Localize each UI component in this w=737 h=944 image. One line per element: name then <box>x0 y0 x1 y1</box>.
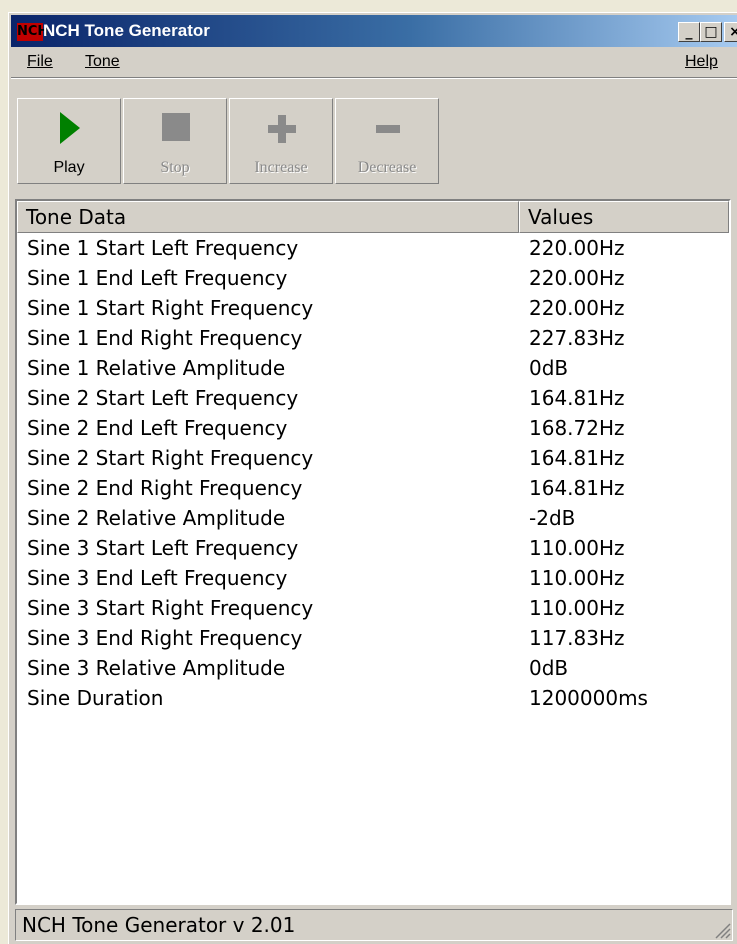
menu-tone-label: Tone <box>85 53 120 70</box>
tone-data-cell: Sine 2 Start Right Frequency <box>27 446 314 470</box>
value-cell: 110.00Hz <box>529 536 625 560</box>
tone-data-cell: Sine 3 End Left Frequency <box>27 566 288 590</box>
value-cell: 220.00Hz <box>529 296 625 320</box>
list-item[interactable]: Sine 1 Relative Amplitude 0dB <box>17 353 729 383</box>
toolbar-divider <box>11 78 737 79</box>
list-item[interactable]: Sine 1 Start Left Frequency 220.00Hz <box>17 233 729 263</box>
tone-data-cell: Sine 1 End Left Frequency <box>27 266 288 290</box>
minimize-button[interactable]: _ <box>678 22 700 42</box>
list-item[interactable]: Sine 1 Start Right Frequency 220.00Hz <box>17 293 729 323</box>
list-rows: Sine 1 Start Left Frequency 220.00Hz Sine … <box>17 233 729 713</box>
value-cell: 0dB <box>529 356 569 380</box>
tone-data-cell: Sine 2 Relative Amplitude <box>27 506 286 530</box>
tone-data-cell: Sine 3 Start Right Frequency <box>27 596 314 620</box>
tone-data-cell: Sine 1 End Right Frequency <box>27 326 303 350</box>
tone-data-cell: Sine 3 Relative Amplitude <box>27 656 286 680</box>
value-cell: 220.00Hz <box>529 236 625 260</box>
maximize-button[interactable]: □ <box>700 22 722 42</box>
list-item[interactable]: Sine 3 Start Right Frequency 110.00Hz <box>17 593 729 623</box>
list-item[interactable]: Sine 3 Relative Amplitude 0dB <box>17 653 729 683</box>
status-text: NCH Tone Generator v 2.01 <box>15 909 733 941</box>
value-cell: 117.83Hz <box>529 626 625 650</box>
list-item[interactable]: Sine 1 End Left Frequency 220.00Hz <box>17 263 729 293</box>
list-item[interactable]: Sine 3 Start Left Frequency 110.00Hz <box>17 533 729 563</box>
column-header-tone-data[interactable]: Tone Data <box>17 201 519 233</box>
tone-data-cell: Sine 2 End Left Frequency <box>27 416 288 440</box>
play-label: Play <box>53 159 85 176</box>
stop-icon <box>124 111 226 145</box>
close-button[interactable]: × <box>724 22 737 42</box>
value-cell: 110.00Hz <box>529 596 625 620</box>
value-cell: 164.81Hz <box>529 386 625 410</box>
list-item[interactable]: Sine 2 Relative Amplitude -2dB <box>17 503 729 533</box>
tone-data-cell: Sine 2 End Right Frequency <box>27 476 303 500</box>
value-cell: 1200000ms <box>529 686 648 710</box>
list-item[interactable]: Sine 1 End Right Frequency 227.83Hz <box>17 323 729 353</box>
value-cell: 168.72Hz <box>529 416 625 440</box>
list-header: Tone Data Values <box>17 201 729 233</box>
list-item[interactable]: Sine 3 End Left Frequency 110.00Hz <box>17 563 729 593</box>
value-cell: 227.83Hz <box>529 326 625 350</box>
nch-logo-icon: NCH <box>17 23 49 41</box>
value-cell: 220.00Hz <box>529 266 625 290</box>
menu-file-label: File <box>27 53 53 70</box>
toolbar: Play Stop Increase Decrease <box>11 77 737 191</box>
stop-label: Stop <box>160 159 190 176</box>
tone-data-cell: Sine 2 Start Left Frequency <box>27 386 299 410</box>
status-bar: NCH Tone Generator v 2.01 <box>11 907 737 943</box>
value-cell: -2dB <box>529 506 576 530</box>
list-item[interactable]: Sine 2 End Left Frequency 168.72Hz <box>17 413 729 443</box>
minus-icon <box>336 111 438 145</box>
list-item[interactable]: Sine 2 Start Right Frequency 164.81Hz <box>17 443 729 473</box>
value-cell: 164.81Hz <box>529 446 625 470</box>
value-cell: 110.00Hz <box>529 566 625 590</box>
list-item[interactable]: Sine 2 Start Left Frequency 164.81Hz <box>17 383 729 413</box>
menu-help[interactable]: Help <box>685 53 718 71</box>
menu-help-label: Help <box>685 53 718 70</box>
tone-data-cell: Sine 3 End Right Frequency <box>27 626 303 650</box>
menu-bar: File Tone Help <box>11 49 737 77</box>
list-item[interactable]: Sine Duration 1200000ms <box>17 683 729 713</box>
resize-grip-icon[interactable] <box>713 921 731 939</box>
tone-data-list[interactable]: Tone Data Values Sine 1 Start Left Frequ… <box>15 199 731 905</box>
play-icon <box>18 111 120 145</box>
increase-button[interactable]: Increase <box>229 98 333 184</box>
tone-data-cell: Sine 1 Start Left Frequency <box>27 236 299 260</box>
list-item[interactable]: Sine 2 End Right Frequency 164.81Hz <box>17 473 729 503</box>
menu-file[interactable]: File <box>27 53 53 71</box>
tone-data-cell: Sine 1 Start Right Frequency <box>27 296 314 320</box>
stop-button[interactable]: Stop <box>123 98 227 184</box>
play-button[interactable]: Play <box>17 98 121 184</box>
tone-data-cell: Sine 3 Start Left Frequency <box>27 536 299 560</box>
increase-label: Increase <box>254 159 308 176</box>
list-item[interactable]: Sine 3 End Right Frequency 117.83Hz <box>17 623 729 653</box>
value-cell: 0dB <box>529 656 569 680</box>
decrease-label: Decrease <box>357 159 417 176</box>
value-cell: 164.81Hz <box>529 476 625 500</box>
window-title: NCH Tone Generator <box>43 21 210 40</box>
decrease-button[interactable]: Decrease <box>335 98 439 184</box>
tone-data-cell: Sine 1 Relative Amplitude <box>27 356 286 380</box>
column-header-values[interactable]: Values <box>519 201 729 233</box>
menu-tone[interactable]: Tone <box>85 53 120 71</box>
app-window: NCH NCH Tone Generator _ □ × File Tone H… <box>8 12 737 944</box>
tone-data-cell: Sine Duration <box>27 686 164 710</box>
plus-icon <box>230 111 332 145</box>
title-bar[interactable]: NCH NCH Tone Generator _ □ × <box>11 15 737 47</box>
